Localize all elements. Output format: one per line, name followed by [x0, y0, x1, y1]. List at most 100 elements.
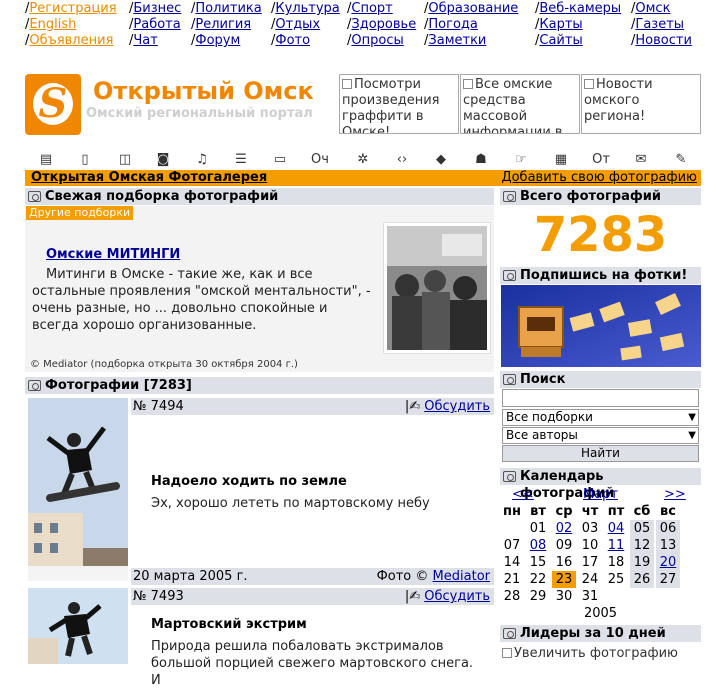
- nav-column-4: /Культура /Отдых /Фото: [271, 1, 340, 48]
- site-logo[interactable]: S: [25, 74, 81, 135]
- search-input[interactable]: [502, 389, 699, 407]
- nav-link-health[interactable]: Здоровье: [351, 17, 416, 32]
- search-button[interactable]: Найти: [502, 445, 699, 462]
- nav-link-culture[interactable]: Культура: [275, 1, 339, 16]
- calendar-day[interactable]: 20: [656, 554, 680, 571]
- nav-link-politics[interactable]: Политика: [195, 1, 261, 16]
- featured-selection-photo[interactable]: [383, 222, 491, 354]
- calendar-day[interactable]: 02: [552, 520, 576, 537]
- calendar-weekday: ср: [555, 504, 573, 519]
- hand-icon[interactable]: ☞: [510, 152, 532, 168]
- add-photo-link[interactable]: Добавить свою фотографию: [501, 170, 697, 186]
- nav-link-maps[interactable]: Карты: [539, 17, 582, 32]
- photo-7493-numbar: № 7493 |✍ Обсудить: [131, 588, 494, 605]
- leaders-header: Лидеры за 10 дней: [500, 625, 701, 642]
- photo-7493-discuss-link[interactable]: Обсудить: [424, 589, 490, 604]
- calendar-day: 16: [555, 555, 573, 570]
- nav-link-sport[interactable]: Спорт: [351, 1, 392, 16]
- calendar-next-link[interactable]: >>: [664, 486, 686, 503]
- och-label[interactable]: Оч: [309, 152, 331, 168]
- photo-7493-title[interactable]: Мартовский экстрим: [151, 617, 307, 633]
- search-header: Поиск: [500, 371, 701, 388]
- banner-news-text: Новости омского региона!: [584, 77, 653, 124]
- list-icon[interactable]: ☰: [230, 152, 252, 168]
- calendar-prev-link[interactable]: <<: [512, 486, 534, 503]
- nav-link-news[interactable]: Новости: [635, 33, 692, 48]
- calendar-day[interactable]: 11: [604, 537, 628, 554]
- nav-link-ads[interactable]: Объявления: [29, 33, 113, 48]
- nav-link-photo[interactable]: Фото: [275, 33, 310, 48]
- chevron-down-icon: ▼: [688, 430, 696, 441]
- calendar-day[interactable]: 08: [526, 537, 550, 554]
- calendar-day: 01: [529, 521, 547, 536]
- nav-link-webcams[interactable]: Веб-камеры: [539, 1, 621, 16]
- banner-graffiti-text: Посмотри произведения граффити в Омске!: [342, 77, 440, 134]
- banner-news[interactable]: Новости омского региона!: [581, 74, 701, 134]
- building-icon[interactable]: ▦: [550, 152, 572, 168]
- nav-link-leisure[interactable]: Отдых: [275, 17, 320, 32]
- site-title[interactable]: Открытый Омск: [93, 77, 314, 105]
- photo-7494-discuss[interactable]: |✍ Обсудить: [405, 398, 490, 415]
- camera-icon: [503, 191, 516, 202]
- nav-link-religion[interactable]: Религия: [195, 17, 251, 32]
- calendar-weekday: сб: [633, 504, 651, 519]
- leaders-photo[interactable]: Увеличить фотографию: [502, 645, 699, 664]
- featured-selection-title[interactable]: Омские МИТИНГИ: [46, 247, 180, 263]
- nav-link-omsk[interactable]: Омск: [635, 1, 670, 16]
- banner-graffiti[interactable]: Посмотри произведения граффити в Омске!: [339, 74, 459, 134]
- calendar-day: 15: [529, 555, 547, 570]
- other-selections-tag[interactable]: Другие подборки: [26, 206, 134, 220]
- nav-link-weather[interactable]: Погода: [428, 17, 477, 32]
- calendar-day: 30: [555, 589, 573, 604]
- nav-link-english[interactable]: English: [29, 17, 76, 32]
- diamond-icon[interactable]: ◆: [430, 152, 452, 168]
- nav-link-chat[interactable]: Чат: [133, 33, 157, 48]
- photo-7493-discuss[interactable]: |✍ Обсудить: [405, 588, 490, 605]
- nav-link-business[interactable]: Бизнес: [133, 1, 181, 16]
- nav-link-education[interactable]: Образование: [428, 1, 518, 16]
- film-icon[interactable]: ▭: [269, 152, 291, 168]
- calendar-day[interactable]: 04: [604, 520, 628, 537]
- nav-link-sites[interactable]: Сайты: [539, 33, 582, 48]
- camera-icon[interactable]: ◙: [152, 152, 174, 168]
- star-icon[interactable]: ✲: [352, 152, 374, 168]
- calendar-day: 26: [630, 571, 654, 588]
- nav-link-forum[interactable]: Форум: [195, 33, 240, 48]
- section-icon-bar: ▤ ▯ ◫ ◙ ♫ ☰ ▭ Оч ✲ ‹› ◆ ☗ ☞ ▦ От ✉ ✎: [30, 152, 700, 168]
- ot-label[interactable]: От: [590, 152, 612, 168]
- calendar-day: 24: [581, 572, 599, 587]
- author-filter-select[interactable]: Все авторы ▼: [502, 427, 699, 444]
- nav-link-notes[interactable]: Заметки: [428, 33, 486, 48]
- people-icon[interactable]: ☗: [470, 152, 492, 168]
- subscribe-banner[interactable]: [501, 285, 701, 367]
- photo-7494-title[interactable]: Надоело ходить по земле: [151, 474, 347, 490]
- selection-filter-select[interactable]: Все подборки ▼: [502, 409, 699, 426]
- code-icon[interactable]: ‹›: [391, 152, 413, 168]
- document-icon[interactable]: ▯: [74, 152, 96, 168]
- calendar-weekday: чт: [581, 504, 599, 519]
- chat-icon[interactable]: ✉: [630, 152, 652, 168]
- banner-media[interactable]: Все омские средства массовой информации …: [460, 74, 580, 134]
- photo-7494-description: Эх, хорошо лететь по мартовскому небу: [151, 496, 430, 511]
- nav-link-newspapers[interactable]: Газеты: [635, 17, 684, 32]
- music-icon[interactable]: ♫: [191, 152, 213, 168]
- photo-7494-date: 20 марта 2005 г.: [133, 569, 248, 584]
- nav-column-3: /Политика /Религия /Форум: [191, 1, 262, 48]
- photo-7494-discuss-link[interactable]: Обсудить: [424, 399, 490, 414]
- camera-icon: [503, 628, 516, 639]
- page-icon[interactable]: ◫: [114, 152, 136, 168]
- calendar-month-link[interactable]: Март: [583, 486, 618, 503]
- photo-7494-credit: Фото © Mediator: [377, 568, 490, 585]
- nav-link-work[interactable]: Работа: [133, 17, 180, 32]
- calendar-day: 09: [555, 538, 573, 553]
- gallery-title-link[interactable]: Открытая Омская Фотогалерея: [31, 170, 267, 186]
- photo-thumbnail-7493[interactable]: [28, 588, 128, 664]
- news-icon[interactable]: ▤: [35, 152, 57, 168]
- nav-link-registration[interactable]: Регистрация: [29, 1, 116, 16]
- edit-icon[interactable]: ✎: [670, 152, 692, 168]
- photo-thumbnail-7494[interactable]: [28, 398, 128, 581]
- nav-link-polls[interactable]: Опросы: [351, 33, 403, 48]
- fresh-selection-title: Свежая подборка фотографий: [45, 189, 279, 204]
- nav-column-1: /Регистрация /English /Объявления: [25, 1, 117, 48]
- photo-7494-author-link[interactable]: Mediator: [433, 569, 490, 584]
